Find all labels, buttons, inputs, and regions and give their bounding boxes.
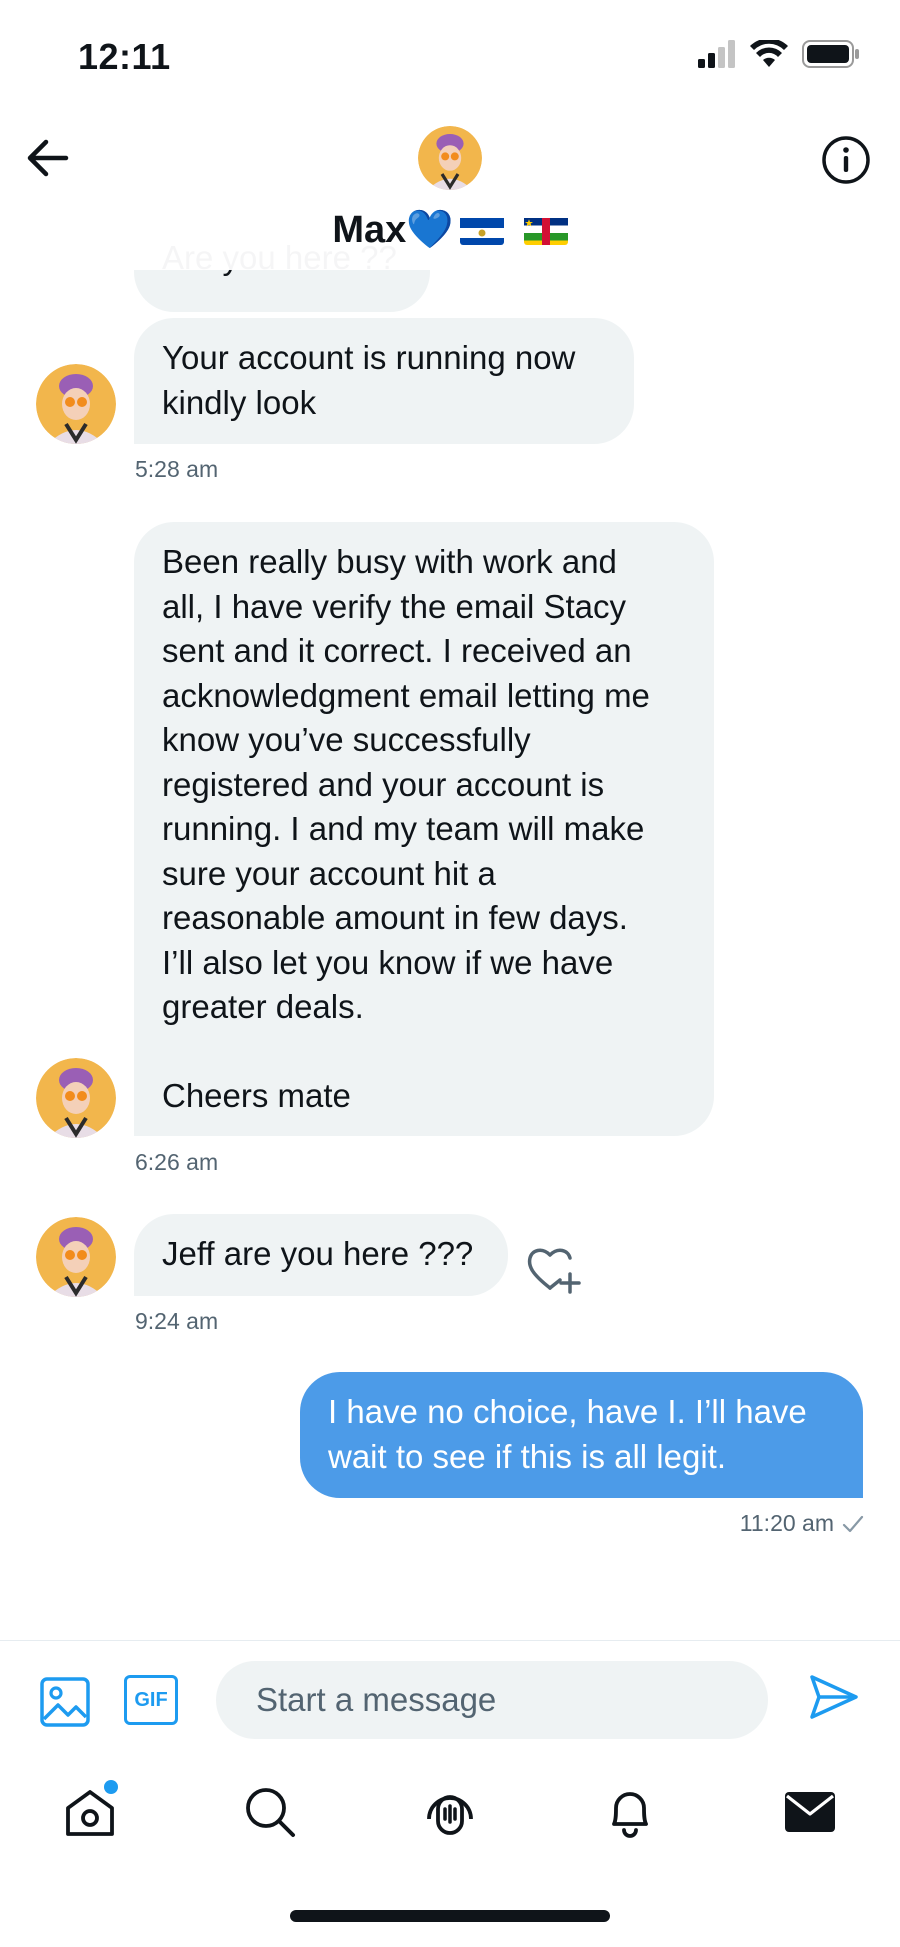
spaces-microphone-icon: [427, 1795, 473, 1835]
message-bubble[interactable]: Your account is running now kindly look: [134, 318, 634, 444]
add-gif-button[interactable]: GIF: [124, 1675, 178, 1725]
message-input[interactable]: [216, 1661, 768, 1739]
bell-icon: [612, 1792, 648, 1838]
conversation-header: Max💙: [0, 110, 900, 270]
contact-avatar[interactable]: [418, 126, 482, 190]
message-timestamp: 11:20 am: [739, 1510, 834, 1536]
user-avatar-image: [36, 364, 116, 444]
central-african-republic-flag-icon: [523, 215, 568, 245]
message-text: Jeff are you here ???: [162, 1235, 474, 1272]
nav-home[interactable]: [58, 1780, 122, 1844]
back-button[interactable]: [22, 132, 74, 184]
add-image-button[interactable]: [38, 1675, 92, 1729]
nav-messages[interactable]: [778, 1780, 842, 1844]
send-button[interactable]: [808, 1671, 862, 1725]
notification-dot: [104, 1780, 118, 1794]
gif-icon: GIF: [134, 1688, 168, 1711]
user-avatar-image: [36, 1217, 116, 1297]
nav-spaces[interactable]: [418, 1780, 482, 1844]
heart-plus-icon: [527, 1248, 581, 1294]
avatar[interactable]: [36, 364, 116, 444]
info-button[interactable]: [820, 134, 872, 186]
message-meta: 11:20 am: [740, 1510, 864, 1537]
user-avatar-image: [36, 1058, 116, 1138]
message-text: Been really busy with work and all, I ha…: [162, 543, 650, 1114]
message-bubble[interactable]: Been really busy with work and all, I ha…: [134, 522, 714, 1136]
contact-name-text: Max💙: [332, 209, 454, 251]
bottom-navigation: [0, 1760, 900, 1870]
info-icon: [822, 136, 870, 184]
message-text: Your account is running now kindly look: [162, 339, 576, 421]
message-bubble[interactable]: Jeff are you here ???: [134, 1214, 508, 1296]
message-timestamp: 5:28 am: [135, 456, 219, 482]
message-timestamp: 6:26 am: [135, 1149, 219, 1175]
avatar[interactable]: [36, 1058, 116, 1138]
nav-notifications[interactable]: [598, 1780, 662, 1844]
search-icon: [246, 1788, 295, 1837]
sent-check-icon: [842, 1515, 864, 1532]
mail-icon: [785, 1792, 835, 1832]
message-text: I have no choice, have I. I’ll have wait…: [328, 1393, 807, 1475]
react-heart-button[interactable]: [524, 1242, 582, 1296]
message-timestamp: 9:24 am: [135, 1308, 219, 1334]
nav-search[interactable]: [238, 1780, 302, 1844]
home-indicator[interactable]: [290, 1910, 610, 1922]
send-icon: [810, 1675, 858, 1719]
arrow-left-icon: [27, 139, 69, 177]
image-icon: [40, 1677, 90, 1727]
el-salvador-flag-icon: [459, 215, 504, 245]
contact-avatar-image: [418, 126, 482, 190]
message-composer: GIF: [0, 1640, 900, 1760]
message-bubble[interactable]: I have no choice, have I. I’ll have wait…: [300, 1372, 863, 1498]
contact-name[interactable]: Max💙: [0, 208, 900, 252]
avatar[interactable]: [36, 1217, 116, 1297]
